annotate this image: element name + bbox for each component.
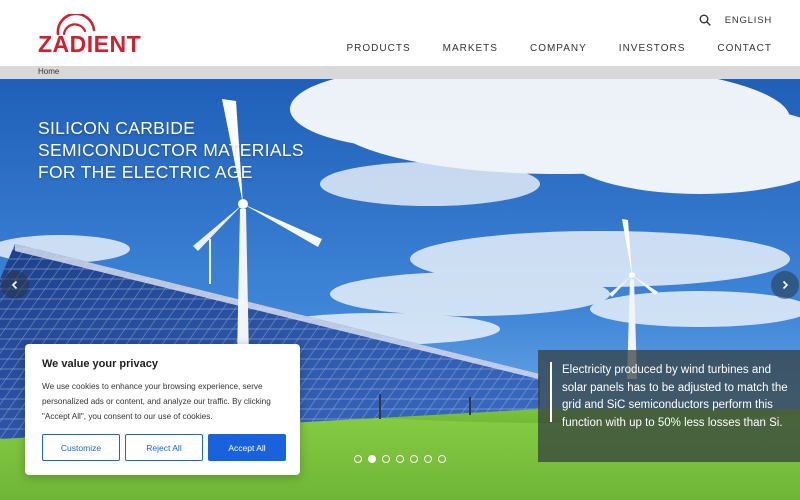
nav-investors[interactable]: INVESTORS <box>619 43 686 54</box>
nav-products[interactable]: PRODUCTS <box>347 43 411 54</box>
hero-title-line: SILICON CARBIDE <box>38 118 196 138</box>
slider-dots <box>354 455 446 463</box>
chevron-right-icon <box>782 280 789 290</box>
caption-text: Electricity produced by wind turbines an… <box>562 364 788 429</box>
hero-title: SILICON CARBIDE SEMICONDUCTOR MATERIALS … <box>38 117 338 183</box>
site-header: ZADIENT ENGLISH PRODUCTS MARKETS COMPANY… <box>0 0 800 66</box>
main-nav: PRODUCTS MARKETS COMPANY INVESTORS CONTA… <box>347 43 773 54</box>
cookie-title: We value your privacy <box>42 358 158 370</box>
language-selector[interactable]: ENGLISH <box>725 15 772 26</box>
customize-button[interactable]: Customize <box>42 434 120 461</box>
cookie-body: We use cookies to enhance your browsing … <box>42 382 271 421</box>
slider-dot-5[interactable] <box>410 455 418 463</box>
slider-dot-7[interactable] <box>438 455 446 463</box>
caption-accent-line <box>550 362 552 422</box>
slider-dot-2[interactable] <box>368 455 376 463</box>
nav-contact[interactable]: CONTACT <box>717 43 772 54</box>
slider-dot-3[interactable] <box>382 455 390 463</box>
chevron-left-icon <box>11 280 18 290</box>
slider-next-button[interactable] <box>771 271 799 299</box>
slider-dot-4[interactable] <box>396 455 404 463</box>
accept-all-button[interactable]: Accept All <box>208 434 286 461</box>
reject-all-button[interactable]: Reject All <box>125 434 203 461</box>
nav-markets[interactable]: MARKETS <box>443 43 498 54</box>
nav-company[interactable]: COMPANY <box>530 43 587 54</box>
utility-bar: ENGLISH <box>699 14 772 26</box>
slider-dot-6[interactable] <box>424 455 432 463</box>
hero-title-line: SEMICONDUCTOR MATERIALS <box>38 140 304 160</box>
slider-dot-1[interactable] <box>354 455 362 463</box>
logo-wordmark: ZADIENT <box>38 31 142 57</box>
breadcrumb: Home <box>0 66 800 79</box>
slide-caption: Electricity produced by wind turbines an… <box>538 350 800 462</box>
search-icon[interactable] <box>699 14 711 26</box>
breadcrumb-home[interactable]: Home <box>38 67 59 76</box>
slider-prev-button[interactable] <box>1 271 29 299</box>
cookie-actions: Customize Reject All Accept All <box>42 434 286 461</box>
cookie-consent-dialog: We value your privacy We use cookies to … <box>25 344 300 475</box>
zadient-logo[interactable]: ZADIENT <box>38 14 150 57</box>
hero-title-line: FOR THE ELECTRIC AGE <box>38 162 253 182</box>
